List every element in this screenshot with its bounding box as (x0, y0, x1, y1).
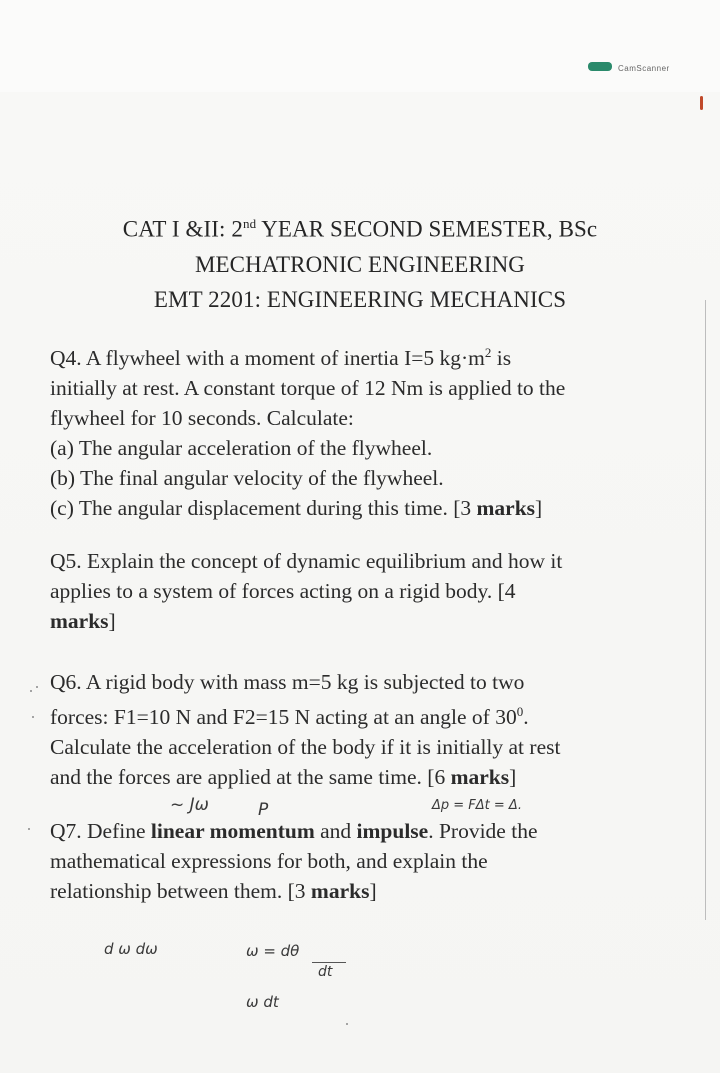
handwritten-fraction-bar (312, 962, 346, 963)
q6-line-3: Calculate the acceleration of the body i… (50, 735, 561, 760)
q5-line-1: Q5. Explain the concept of dynamic equil… (50, 549, 563, 573)
q4-line-2: initially at rest. A constant torque of … (50, 376, 566, 401)
q6-line-4: and the forces are applied at the same t… (50, 762, 670, 792)
scanned-page: CamScanner CAT I &II: 2nd YEAR SECOND SE… (0, 0, 720, 1073)
handwritten-note-d-omega: d ω dω (104, 940, 158, 958)
q7-term-linear-momentum: linear momentum (150, 819, 315, 843)
handwritten-note-dt: dt (318, 964, 333, 980)
q4-line-6: (c) The angular displacement during this… (50, 493, 670, 523)
page-edge-line (705, 300, 706, 920)
q6-line-2-b: . (523, 705, 529, 730)
exam-header: CAT I &II: 2nd YEAR SECOND SEMESTER, BSc… (0, 206, 720, 317)
edge-mark (700, 96, 703, 110)
question-5: Q5. Explain the concept of dynamic equil… (50, 546, 670, 636)
question-4: Q4. A flywheel with a moment of inertia … (50, 338, 670, 523)
q4-line-3: flywheel for 10 seconds. Calculate: (50, 406, 354, 431)
q7-line-1-e: . Provide the (428, 819, 538, 843)
header-line-3: EMT 2201: ENGINEERING MECHANICS (153, 286, 567, 312)
q7-line-1-c: and (314, 819, 357, 843)
q7-line-3: relationship between them. [3 marks] (50, 876, 670, 906)
scanner-logo-icon (588, 62, 612, 71)
top-band (0, 0, 720, 92)
q4-line-6-c: ] (535, 496, 543, 521)
handwritten-note-omega-eq: ω = dθ (246, 942, 300, 960)
question-6: Q6. A rigid body with mass m=5 kg is sub… (50, 667, 670, 792)
q5-line-3: marks] (50, 606, 670, 636)
q7-line-2: mathematical expressions for both, and e… (50, 849, 488, 873)
header-line-1: CAT I &II: 2nd YEAR SECOND SEMESTER, BSc (0, 206, 720, 247)
q6-line-4-a: and the forces are applied at the same t… (50, 765, 451, 790)
scan-speck (36, 686, 38, 688)
header-line-2: MECHATRONIC ENGINEERING (194, 251, 526, 277)
handwritten-note-j-omega: ~ Jω (170, 795, 209, 815)
handwritten-note-impulse: Δp = FΔt = Δ. (432, 798, 522, 813)
q5-line-2: applies to a system of forces acting on … (50, 579, 516, 603)
handwritten-note-omega-dt: ω dt (246, 993, 279, 1011)
q7-line-1: Q7. Define linear momentum and impulse. … (50, 816, 670, 846)
q4-line-6-a: (c) The angular displacement during this… (50, 496, 477, 521)
scan-speck (30, 690, 32, 692)
q4-line-1: Q4. A flywheel with a moment of inertia … (50, 338, 670, 373)
header-line-1-text-b: YEAR SECOND SEMESTER, BSc (256, 216, 598, 242)
q5-marks: marks (50, 609, 109, 633)
q4-marks: marks (476, 496, 536, 521)
scan-speck (346, 1023, 348, 1025)
scan-speck (32, 716, 34, 718)
header-line-1-text-a: CAT I &II: 2 (122, 216, 243, 242)
scanner-watermark: CamScanner (588, 60, 670, 73)
q6-line-4-c: ] (509, 765, 517, 790)
q5-line-3-c: ] (108, 609, 116, 633)
q6-line-2-a: forces: F1=10 N and F2=15 N acting at an… (50, 705, 517, 730)
q4-line-1-a: Q4. A flywheel with a moment of inertia … (50, 346, 485, 371)
q4-line-1-b: is (491, 346, 512, 371)
q7-line-3-a: relationship between them. [3 (50, 879, 311, 903)
q4-line-5: (b) The final angular velocity of the fl… (50, 466, 444, 491)
q6-line-2: forces: F1=10 N and F2=15 N acting at an… (50, 697, 670, 732)
q6-line-1: Q6. A rigid body with mass m=5 kg is sub… (50, 670, 525, 694)
question-7: Q7. Define linear momentum and impulse. … (50, 816, 670, 906)
q7-term-impulse: impulse (356, 819, 429, 843)
scanner-text: CamScanner (618, 64, 670, 73)
scan-speck (28, 828, 30, 830)
q7-line-3-c: ] (369, 879, 377, 903)
q7-line-1-a: Q7. Define (50, 819, 151, 843)
q4-line-4: (a) The angular acceleration of the flyw… (50, 436, 433, 461)
q6-marks: marks (450, 765, 510, 790)
header-line-1-sup: nd (243, 216, 257, 231)
q7-marks: marks (310, 879, 370, 903)
